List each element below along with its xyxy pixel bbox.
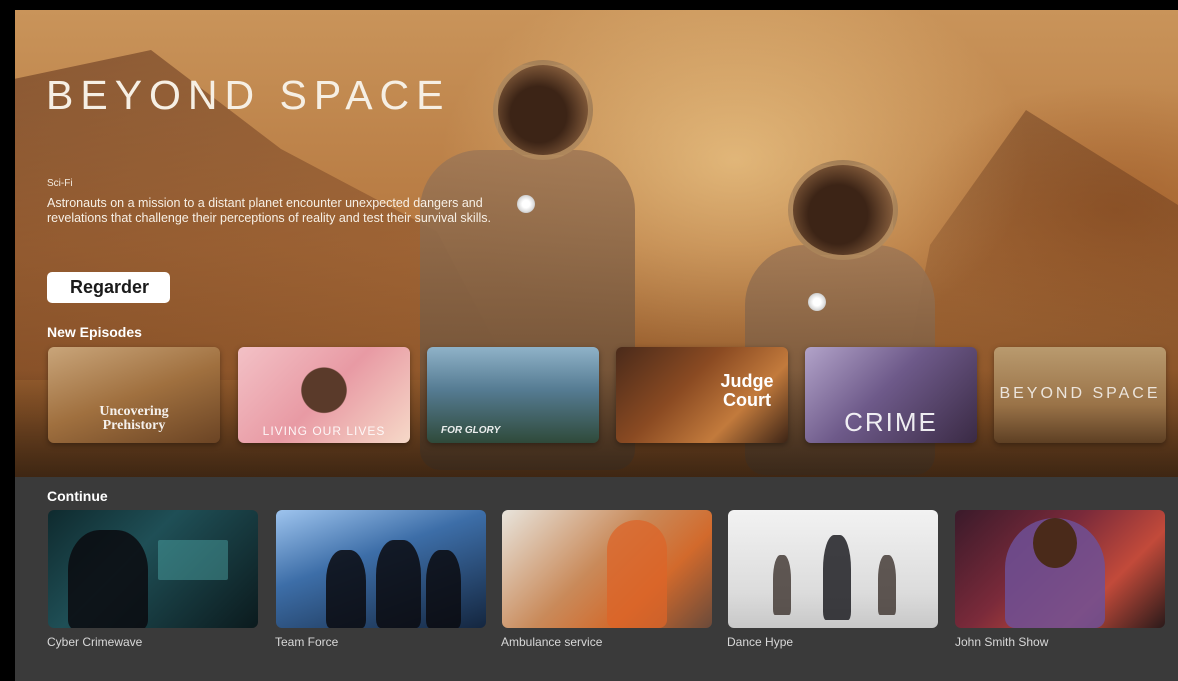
episode-card-crime[interactable]: CRIME (805, 347, 977, 443)
continue-heading: Continue (47, 488, 108, 504)
new-episodes-heading: New Episodes (47, 324, 142, 340)
continue-card-john-smith-show[interactable] (955, 510, 1165, 628)
episode-art-text: LIVING OUR LIVES (262, 424, 386, 438)
continue-card-team-force[interactable] (276, 510, 486, 628)
hero-genre: Sci-Fi (47, 178, 73, 189)
episode-art-text: Uncovering Prehistory (99, 404, 169, 433)
continue-card-ambulance-service[interactable] (502, 510, 712, 628)
tv-app-screen: BEYOND SPACE Sci-Fi Astronauts on a miss… (0, 0, 1178, 681)
watch-button[interactable]: Regarder (47, 272, 170, 303)
episode-art-text: BEYOND SPACE (999, 385, 1161, 402)
episode-art-text: Judge Court (720, 371, 774, 410)
continue-card-dance-hype[interactable] (728, 510, 938, 628)
squad-silhouette (376, 540, 421, 628)
hero-banner: BEYOND SPACE Sci-Fi Astronauts on a miss… (15, 10, 1178, 681)
continue-card-cyber-crimewave[interactable] (48, 510, 258, 628)
suit-light-right (808, 293, 826, 311)
person-silhouette (68, 530, 148, 628)
continue-title: Team Force (275, 635, 339, 649)
squad-silhouette (426, 550, 461, 628)
astronaut-helmet-right (788, 160, 898, 260)
continue-title: Ambulance service (501, 635, 603, 649)
episode-card-uncovering-prehistory[interactable]: Uncovering Prehistory (48, 347, 220, 443)
new-episodes-row: Uncovering Prehistory LIVING OUR LIVES F… (48, 347, 1178, 445)
host-head (1033, 518, 1077, 568)
squad-silhouette (326, 550, 366, 628)
episode-card-beyond-space[interactable]: BEYOND SPACE (994, 347, 1166, 443)
episode-card-for-glory[interactable]: FOR GLORY (427, 347, 599, 443)
astronaut-helmet-left (493, 60, 593, 160)
episode-card-judge-court[interactable]: Judge Court (616, 347, 788, 443)
hero-title: BEYOND SPACE (46, 72, 451, 118)
dancer-silhouette (823, 535, 851, 620)
episode-art-text: CRIME (844, 407, 938, 437)
suit-light-left (517, 195, 535, 213)
dancer-silhouette (773, 555, 791, 615)
monitor-screens (158, 540, 228, 580)
episode-card-living-our-lives[interactable]: LIVING OUR LIVES (238, 347, 410, 443)
episode-art-text: FOR GLORY (441, 425, 501, 436)
continue-title: Cyber Crimewave (47, 635, 143, 649)
dancer-silhouette (878, 555, 896, 615)
continue-title: Dance Hype (727, 635, 794, 649)
continue-title: John Smith Show (955, 635, 1049, 649)
paramedic-figure (607, 520, 667, 628)
hero-description: Astronauts on a mission to a distant pla… (47, 196, 491, 225)
